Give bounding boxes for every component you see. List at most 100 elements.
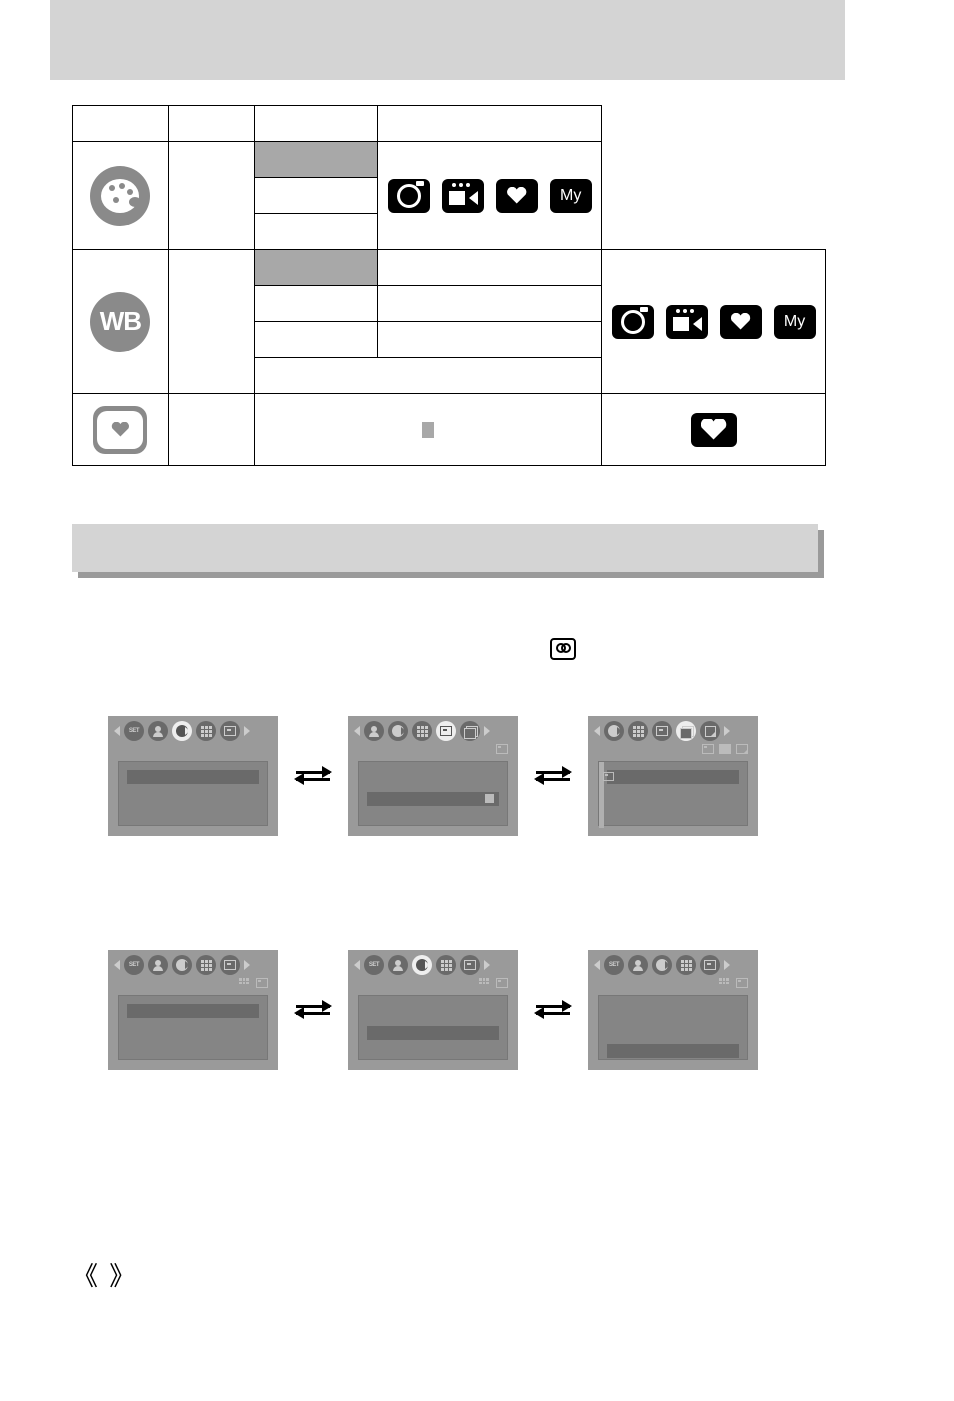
tape-icon xyxy=(550,638,576,660)
menu-body xyxy=(598,761,748,826)
menu-screen xyxy=(348,716,518,836)
heart-icon xyxy=(107,419,133,441)
card-heart-icon xyxy=(93,406,147,454)
menu-tab-corner-icon xyxy=(700,721,720,741)
cell-option xyxy=(378,250,602,286)
bidirectional-arrow-icon xyxy=(534,771,572,781)
menu-tab-frame-icon xyxy=(700,955,720,975)
menu-tab-set-icon: SET xyxy=(124,721,144,741)
palette-icon xyxy=(90,166,150,226)
menu-tab-left-arc-icon xyxy=(652,955,672,975)
menu-body xyxy=(598,995,748,1060)
menu-screen: SET xyxy=(588,950,758,1070)
table-row: WB My xyxy=(73,250,826,286)
cell-effect-name xyxy=(168,142,254,250)
cell-option xyxy=(254,322,378,358)
menu-screens-row-2: SET SET SET xyxy=(108,950,758,1070)
scroll-right-icon xyxy=(244,960,250,970)
section-header-bar xyxy=(50,0,845,80)
scroll-left-icon xyxy=(114,726,120,736)
menu-tab-set-icon: SET xyxy=(124,955,144,975)
cell-option-marker xyxy=(254,394,601,466)
marker-icon xyxy=(422,422,434,438)
menu-tab-frame-icon xyxy=(460,955,480,975)
scroll-right-icon xyxy=(484,726,490,736)
menu-tab-left-arc-icon xyxy=(172,955,192,975)
cell-option xyxy=(254,178,378,214)
menu-tab-person-icon xyxy=(364,721,384,741)
bar-frame-icon xyxy=(603,772,614,781)
menu-screen xyxy=(588,716,758,836)
page-marker: 《 》 xyxy=(72,1256,137,1293)
mode-icons: My xyxy=(602,295,825,349)
scroll-left-icon xyxy=(594,726,600,736)
submenu-frame-icon xyxy=(496,744,508,754)
menu-tab-set-icon: SET xyxy=(364,955,384,975)
cell-option-default xyxy=(254,142,378,178)
heart-mode-icon xyxy=(720,305,762,339)
scroll-left-icon xyxy=(354,726,360,736)
submenu-grid-icon xyxy=(239,978,251,988)
menu-tab-person-icon xyxy=(628,955,648,975)
heart-mode-icon xyxy=(691,413,737,447)
th-modes xyxy=(378,106,602,142)
scroll-left-icon xyxy=(594,960,600,970)
video-mode-icon xyxy=(666,305,708,339)
menu-tab-grid-icon xyxy=(196,955,216,975)
submenu-grid-icon xyxy=(719,978,731,988)
menu-tab-frame-icon xyxy=(220,721,240,741)
th-options xyxy=(254,106,378,142)
th-icon xyxy=(73,106,169,142)
menu-screen: SET xyxy=(348,950,518,1070)
menu-highlight-bar xyxy=(607,1044,739,1058)
submenu-frame-icon xyxy=(256,978,268,988)
submenu-grid-icon xyxy=(479,978,491,988)
table-row: My xyxy=(73,142,826,178)
menu-tab-frame-icon xyxy=(436,721,456,741)
scroll-right-icon xyxy=(724,726,730,736)
menu-tab-grid-icon xyxy=(436,955,456,975)
menu-highlight-bar xyxy=(127,770,259,784)
menu-tab-left-arc-icon xyxy=(172,721,192,741)
menu-tab-frame-icon xyxy=(220,955,240,975)
menu-highlight-bar xyxy=(367,1026,499,1040)
table-row xyxy=(73,394,826,466)
cell-option xyxy=(254,286,378,322)
inline-reference-icon xyxy=(550,638,576,660)
menu-tab-grid-icon xyxy=(676,955,696,975)
bidirectional-arrow-icon xyxy=(294,1005,332,1015)
menu-tab-set-icon: SET xyxy=(604,955,624,975)
menu-highlight-bar xyxy=(367,792,499,806)
menu-tab-grid-icon xyxy=(628,721,648,741)
menu-body xyxy=(118,761,268,826)
camera-mode-icon xyxy=(388,179,430,213)
cell-option xyxy=(378,286,602,322)
scroll-right-icon xyxy=(724,960,730,970)
heart-mode-icon xyxy=(496,179,538,213)
mode-icons xyxy=(602,403,825,457)
menu-tab-person-icon xyxy=(148,955,168,975)
th-name xyxy=(168,106,254,142)
menu-tab-person-icon xyxy=(148,721,168,741)
menu-screens-row-1: SET xyxy=(108,716,758,836)
submenu-sq-icon xyxy=(719,744,731,754)
my-mode-icon: My xyxy=(550,179,592,213)
wb-icon: WB xyxy=(90,292,150,352)
menu-tab-stack-icon xyxy=(460,721,480,741)
submenu-frame-icon xyxy=(496,978,508,988)
page: My WB xyxy=(0,0,954,1401)
menu-screen: SET xyxy=(108,950,278,1070)
cell-option-default xyxy=(254,250,378,286)
submenu-corner-icon xyxy=(736,744,748,754)
menu-body xyxy=(358,995,508,1060)
table-header-row xyxy=(73,106,826,142)
submenu-frame-icon xyxy=(736,978,748,988)
cell-wb-name xyxy=(168,250,254,394)
menu-tab-grid-icon xyxy=(196,721,216,741)
settings-table: My WB xyxy=(72,105,826,466)
menu-tab-left-arc-icon xyxy=(604,721,624,741)
scroll-left-icon xyxy=(114,960,120,970)
bidirectional-arrow-icon xyxy=(534,1005,572,1015)
scroll-left-icon xyxy=(354,960,360,970)
cell-option xyxy=(378,322,602,358)
